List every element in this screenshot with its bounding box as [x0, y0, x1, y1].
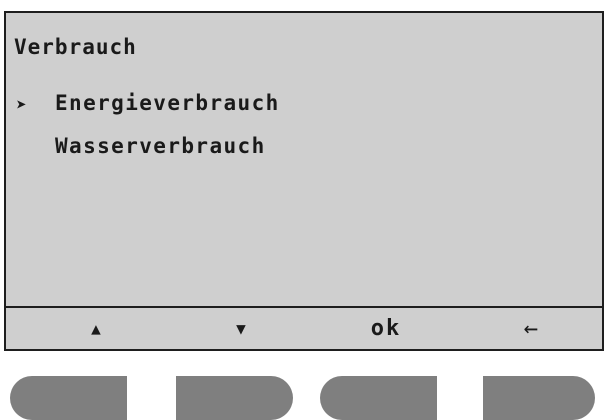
lcd-display: Verbrauch ➤ Energieverbrauch Wasserverbr… [4, 11, 604, 351]
softkey-back-icon: ← [523, 314, 539, 342]
ok-button[interactable] [320, 376, 437, 420]
softkey-down-icon: ▼ [236, 319, 246, 338]
menu-item-energieverbrauch[interactable]: ➤ Energieverbrauch [6, 91, 602, 125]
selection-cursor-icon: ➤ [16, 95, 27, 116]
screen-title: Verbrauch [14, 35, 137, 59]
softkey-bar: ▲ ▼ ok ← [6, 306, 602, 349]
menu-item-label: Energieverbrauch [55, 91, 280, 115]
back-button[interactable] [483, 376, 595, 420]
softkey-ok-label: ok [370, 316, 402, 341]
up-button[interactable] [10, 376, 127, 420]
menu-item-label: Wasserverbrauch [55, 134, 266, 158]
down-button[interactable] [176, 376, 293, 420]
softkey-up-icon: ▲ [91, 319, 101, 338]
menu-item-wasserverbrauch[interactable]: Wasserverbrauch [6, 134, 602, 168]
